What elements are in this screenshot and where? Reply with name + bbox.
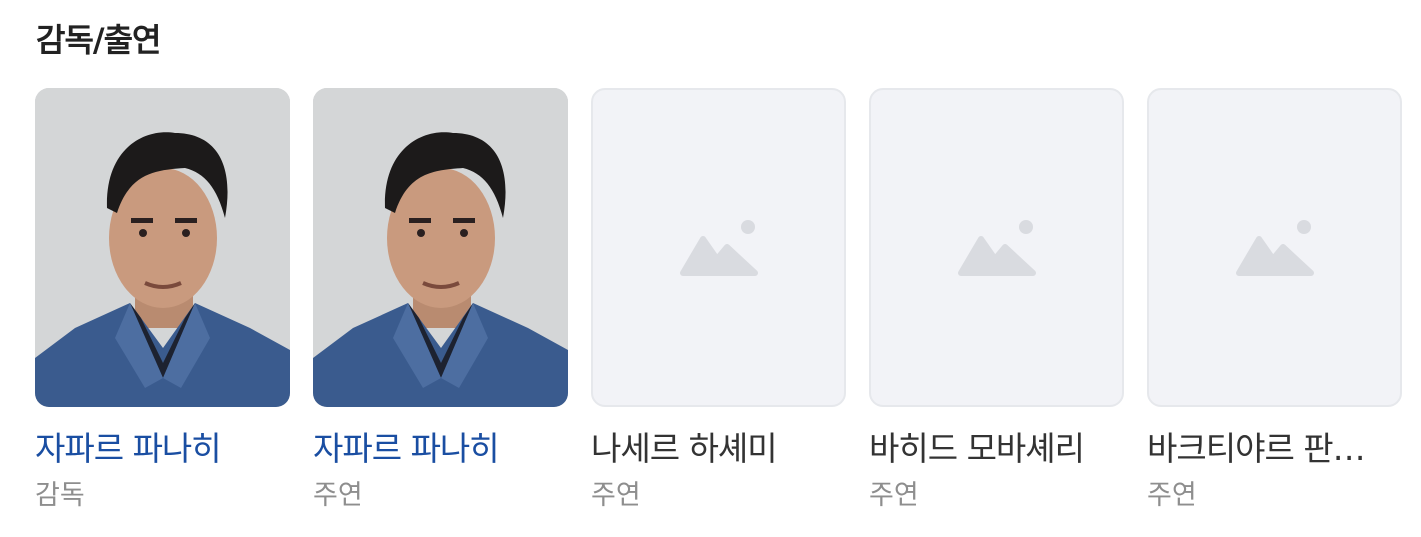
person-photo[interactable] (313, 88, 568, 407)
person-name-link[interactable]: 자파르 파나히 (35, 429, 290, 469)
person-photo[interactable] (35, 88, 290, 407)
photo-placeholder[interactable] (1147, 88, 1402, 407)
image-placeholder-icon (679, 219, 758, 276)
section-title: 감독/출연 (36, 21, 161, 59)
person-role: 감독 (35, 480, 85, 511)
image-placeholder-icon (957, 219, 1036, 276)
cast-card[interactable]: 바히드 모바셰리 주연 (869, 88, 1124, 513)
cast-card[interactable]: 바크티야르 판… 주연 (1147, 88, 1402, 513)
person-name-link[interactable]: 자파르 파나히 (313, 429, 568, 469)
person-role: 주연 (869, 480, 919, 511)
photo-placeholder[interactable] (591, 88, 846, 407)
photo-placeholder[interactable] (869, 88, 1124, 407)
person-name: 바크티야르 판… (1147, 429, 1366, 468)
cast-card[interactable]: 자파르 파나히 주연 (313, 88, 568, 513)
cast-card[interactable]: 나세르 하셰미 주연 (591, 88, 846, 513)
person-name: 나세르 하셰미 (591, 429, 778, 468)
person-role: 주연 (591, 480, 641, 511)
image-placeholder-icon (1235, 219, 1314, 276)
cast-card[interactable]: 자파르 파나히 감독 (35, 88, 290, 513)
person-name: 바히드 모바셰리 (869, 429, 1085, 468)
person-role: 주연 (313, 480, 363, 511)
cast-list: 자파르 파나히 감독 자파르 파나히 주연 나세르 하셰미 주연 바히드 모바셰… (35, 88, 1402, 513)
cast-section: 감독/출연 자파르 파나히 감독 자파르 파나히 주연 나세르 하셰미 주연 바… (0, 0, 1421, 537)
person-role: 주연 (1147, 480, 1197, 511)
